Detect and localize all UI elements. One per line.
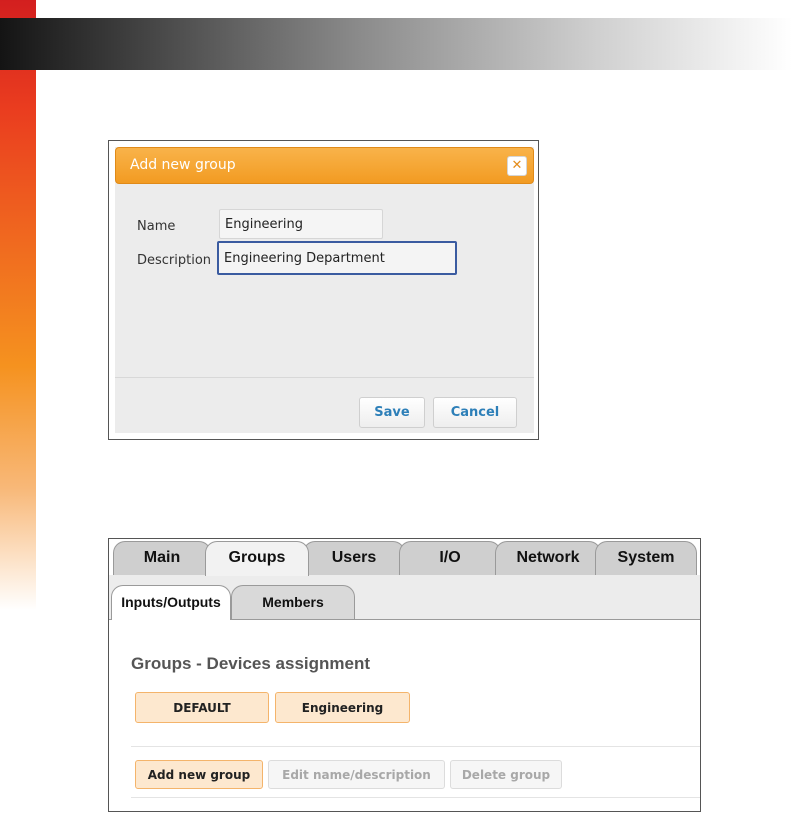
main-tabbar: Main Groups Users I/O Network System	[109, 539, 700, 576]
group-button-engineering[interactable]: Engineering	[275, 692, 410, 723]
group-button-default[interactable]: DEFAULT	[135, 692, 269, 723]
description-field[interactable]	[217, 241, 457, 275]
tab-groups[interactable]: Groups	[205, 541, 309, 576]
dialog-title: Add new group	[130, 157, 236, 173]
save-button[interactable]: Save	[359, 397, 425, 428]
tab-system[interactable]: System	[595, 541, 697, 575]
divider	[131, 797, 700, 798]
tab-users[interactable]: Users	[303, 541, 405, 575]
close-icon[interactable]: ✕	[507, 156, 527, 176]
add-group-dialog: Add new group ✕ Name Description Save Ca…	[108, 140, 539, 440]
dialog-divider	[115, 377, 534, 378]
divider	[131, 746, 700, 747]
description-label: Description	[137, 253, 212, 268]
subtab-inputs-outputs[interactable]: Inputs/Outputs	[111, 585, 231, 620]
edit-group-button[interactable]: Edit name/description	[268, 760, 445, 789]
tab-io[interactable]: I/O	[399, 541, 501, 575]
decorative-side-bar	[0, 0, 36, 610]
name-label: Name	[137, 219, 176, 234]
dialog-header: Add new group ✕	[115, 147, 534, 184]
subtab-bar: Inputs/Outputs Members	[109, 575, 700, 620]
groups-panel: Main Groups Users I/O Network System Inp…	[108, 538, 701, 812]
add-new-group-button[interactable]: Add new group	[135, 760, 263, 789]
subtab-members[interactable]: Members	[231, 585, 355, 619]
cancel-button[interactable]: Cancel	[433, 397, 517, 428]
dialog-body: Add new group ✕ Name Description Save Ca…	[115, 147, 534, 433]
decorative-header-band	[0, 18, 792, 70]
delete-group-button[interactable]: Delete group	[450, 760, 562, 789]
section-title: Groups - Devices assignment	[131, 654, 371, 673]
tab-network[interactable]: Network	[495, 541, 601, 575]
name-field[interactable]	[219, 209, 383, 239]
tab-main[interactable]: Main	[113, 541, 211, 575]
